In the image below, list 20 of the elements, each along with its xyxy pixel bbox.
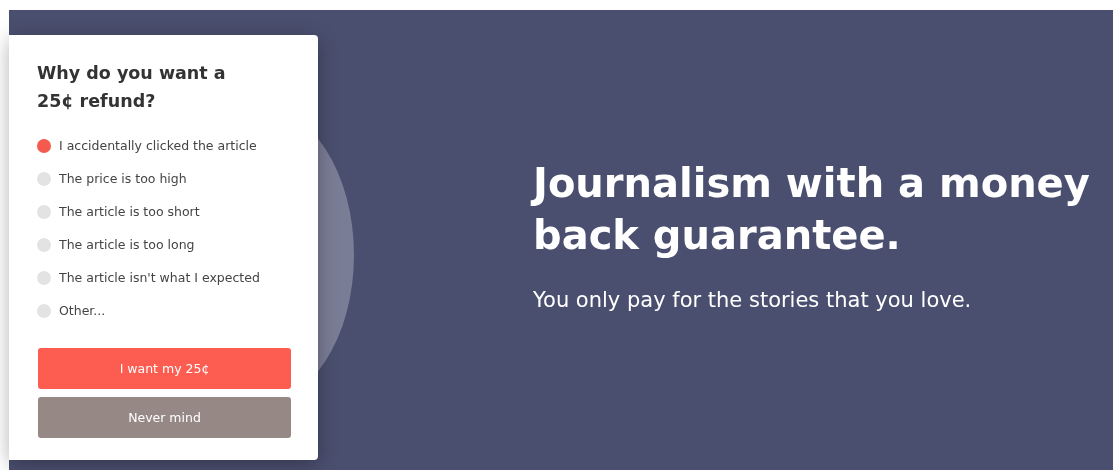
dialog-title: Why do you want a 25¢ refund? — [37, 62, 227, 113]
option-label: The article isn't what I expected — [59, 270, 260, 285]
reason-option[interactable]: The article is too long — [37, 228, 291, 261]
radio-button[interactable] — [37, 204, 51, 219]
reason-option[interactable]: The article is too short — [37, 195, 291, 228]
reason-option[interactable]: The article isn't what I expected — [37, 261, 291, 294]
radio-button[interactable] — [37, 171, 51, 186]
reason-option[interactable]: The price is too high — [37, 162, 291, 195]
option-label: I accidentally clicked the article — [59, 138, 257, 153]
subtitle: You only pay for the stories that you love. — [533, 288, 973, 312]
option-label: Other... — [59, 303, 106, 318]
option-label: The article is too short — [59, 204, 200, 219]
radio-button[interactable] — [37, 270, 51, 285]
radio-button[interactable] — [37, 303, 51, 318]
option-label: The article is too long — [59, 237, 195, 252]
option-label: The price is too high — [59, 171, 187, 186]
reason-option[interactable]: Other... — [37, 294, 291, 327]
radio-button[interactable] — [37, 237, 51, 252]
radio-button[interactable] — [37, 138, 51, 153]
reason-option[interactable]: I accidentally clicked the article — [37, 129, 291, 162]
